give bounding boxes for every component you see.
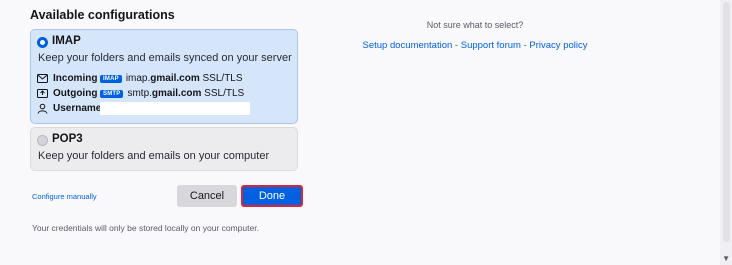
username-label: Username <box>53 103 102 114</box>
help-links: Setup documentation - Support forum - Pr… <box>330 40 620 51</box>
outgoing-label: Outgoing <box>53 88 98 99</box>
pop3-protocol-label: POP3 <box>52 133 83 145</box>
imap-tag: IMAP <box>100 74 122 83</box>
vertical-scrollbar[interactable]: ▼ <box>720 0 732 265</box>
chevron-down-icon[interactable]: ▼ <box>722 254 730 263</box>
imap-radio[interactable] <box>37 37 48 48</box>
cancel-button[interactable]: Cancel <box>177 185 237 207</box>
user-icon <box>37 103 48 114</box>
setup-documentation-link[interactable]: Setup documentation <box>363 40 453 51</box>
imap-description: Keep your folders and emails synced on y… <box>38 52 292 64</box>
incoming-server-row: Incoming IMAP imap.gmail.com SSL/TLS <box>37 73 243 84</box>
pop3-option-card[interactable]: POP3 Keep your folders and emails on you… <box>30 127 298 171</box>
outgoing-server-row: Outgoing SMTP smtp.gmail.com SSL/TLS <box>37 88 244 99</box>
done-button[interactable]: Done <box>241 185 303 207</box>
scroll-thumb[interactable] <box>723 2 730 242</box>
configure-manually-link[interactable]: Configure manually <box>32 192 97 201</box>
pop3-radio[interactable] <box>37 135 48 146</box>
username-row: Username <box>37 102 250 115</box>
envelope-icon <box>37 73 48 84</box>
outbox-icon <box>37 88 48 99</box>
link-separator: - <box>452 40 461 51</box>
pop3-description: Keep your folders and emails on your com… <box>38 150 270 162</box>
configurations-heading: Available configurations <box>30 8 175 22</box>
username-field[interactable] <box>100 102 250 115</box>
privacy-policy-link[interactable]: Privacy policy <box>529 40 587 51</box>
imap-option-card[interactable]: IMAP Keep your folders and emails synced… <box>30 29 298 124</box>
help-hint: Not sure what to select? <box>426 20 524 30</box>
smtp-tag: SMTP <box>100 89 124 98</box>
incoming-host: imap.gmail.com SSL/TLS <box>125 73 243 84</box>
support-forum-link[interactable]: Support forum <box>461 40 521 51</box>
credentials-note: Your credentials will only be stored loc… <box>32 223 259 233</box>
imap-protocol-label: IMAP <box>52 35 81 47</box>
outgoing-host: smtp.gmail.com SSL/TLS <box>127 88 245 99</box>
incoming-label: Incoming <box>53 73 98 84</box>
